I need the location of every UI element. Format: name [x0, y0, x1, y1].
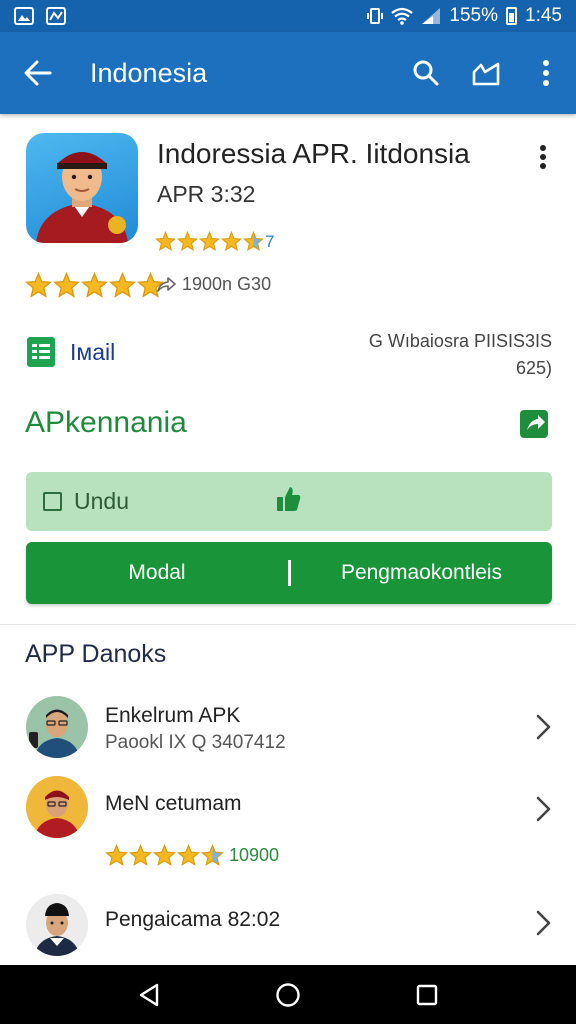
back-button[interactable] — [0, 32, 76, 114]
share-arrow-icon — [157, 276, 176, 292]
list-item-subtitle: Paookl IX Q 3407412 — [105, 732, 286, 753]
star-filled-icon — [109, 272, 136, 298]
star-rating — [155, 231, 264, 252]
app-bar-title: Indonesia — [90, 57, 208, 88]
sheet-icon — [27, 337, 55, 367]
nav-back-button[interactable] — [125, 971, 173, 1019]
signal-icon — [422, 8, 441, 24]
list-title: APP Danoks — [25, 640, 167, 668]
developer-info: G Wıbaiosra PIISIS3IS 625) — [369, 328, 552, 382]
star-filled-icon — [177, 844, 200, 866]
avatar — [26, 696, 88, 758]
star-filled-icon — [81, 272, 108, 298]
chevron-right-icon — [536, 714, 551, 740]
search-button[interactable] — [396, 32, 456, 114]
list-item-title: Enkelrum APK — [105, 704, 241, 727]
section-divider — [0, 624, 576, 625]
list-item-title: MeN cetumam — [105, 792, 242, 815]
vibrate-icon — [367, 8, 384, 24]
app-name: Indoressia APR. Iitdonsia — [157, 138, 470, 169]
thumbs-up-icon[interactable] — [276, 485, 302, 513]
star-rating — [25, 272, 164, 299]
list-item[interactable]: MeN cetumam 10900 — [0, 772, 576, 882]
app-version: APR 3:32 — [157, 181, 256, 207]
star-filled-icon — [105, 844, 128, 866]
circle-home-icon — [276, 982, 300, 1007]
triangle-back-icon — [140, 983, 159, 1006]
list-item[interactable]: Enkelrum APK Paookl IX Q 3407412 — [0, 690, 576, 780]
arrow-left-icon — [24, 60, 52, 86]
star-half-icon — [243, 231, 264, 252]
star-rating — [105, 844, 224, 867]
star-half-icon — [201, 844, 224, 866]
app-icon — [26, 133, 138, 243]
app-more-button[interactable] — [526, 140, 560, 174]
app-bar: Indonesia — [0, 32, 576, 114]
star-filled-icon — [177, 231, 198, 252]
download-count: 1900n G30 — [156, 274, 271, 295]
battery-percent: 155% — [449, 5, 499, 26]
star-filled-icon — [153, 844, 176, 866]
square-recents-icon — [416, 984, 437, 1005]
nav-home-button[interactable] — [264, 971, 312, 1019]
avatar — [26, 894, 88, 956]
chevron-right-icon — [536, 910, 551, 936]
mail-row[interactable]: Iмail — [26, 336, 115, 368]
more-options-button[interactable] — [516, 32, 576, 114]
status-bar: 155% 1:45 — [0, 0, 576, 32]
action-bar: Modal Pengmaokontleis — [26, 542, 552, 604]
image-notification-icon — [14, 7, 34, 25]
share-icon — [472, 62, 500, 86]
download-count-label: 1900n G30 — [182, 274, 272, 294]
app-rating-large — [25, 272, 164, 299]
navigation-bar — [0, 965, 576, 1024]
chart-notification-icon — [46, 7, 66, 25]
star-filled-icon — [25, 272, 52, 298]
list-item-title: Pengaicama 82:02 — [105, 908, 281, 931]
star-filled-icon — [129, 844, 152, 866]
battery-icon — [506, 7, 518, 25]
chevron-right-icon — [536, 796, 551, 822]
share-button[interactable] — [456, 32, 516, 114]
undu-checkbox[interactable] — [43, 492, 62, 511]
more-vert-icon — [543, 60, 549, 86]
section-title: APkennania — [25, 406, 187, 439]
star-filled-icon — [155, 231, 176, 252]
rating-value: 7 — [265, 231, 275, 251]
star-filled-icon — [199, 231, 220, 252]
developer-info-line2: 625) — [515, 358, 552, 378]
undu-checkbox-row[interactable]: Undu — [26, 472, 552, 531]
share-box-icon — [520, 410, 548, 438]
star-filled-icon — [221, 231, 242, 252]
undu-label: Undu — [74, 488, 129, 514]
avatar — [26, 776, 88, 838]
app-rating-small: 7 — [155, 231, 274, 252]
nav-recents-button[interactable] — [403, 971, 451, 1019]
more-vert-icon — [540, 145, 546, 169]
developer-info-line1: G Wıbaiosra PIISIS3IS — [368, 331, 552, 351]
search-icon — [413, 60, 439, 86]
mail-label: Iмail — [70, 338, 116, 365]
list-item-rating-value: 10900 — [229, 845, 280, 865]
share-app-button[interactable] — [518, 406, 552, 440]
list-item-rating: 10900 — [105, 844, 279, 867]
star-filled-icon — [53, 272, 80, 298]
pengmaokontleis-button[interactable]: Pengmaokontleis — [291, 542, 552, 604]
wifi-icon — [391, 7, 414, 25]
modal-button[interactable]: Modal — [26, 542, 288, 604]
clock: 1:45 — [525, 5, 562, 26]
